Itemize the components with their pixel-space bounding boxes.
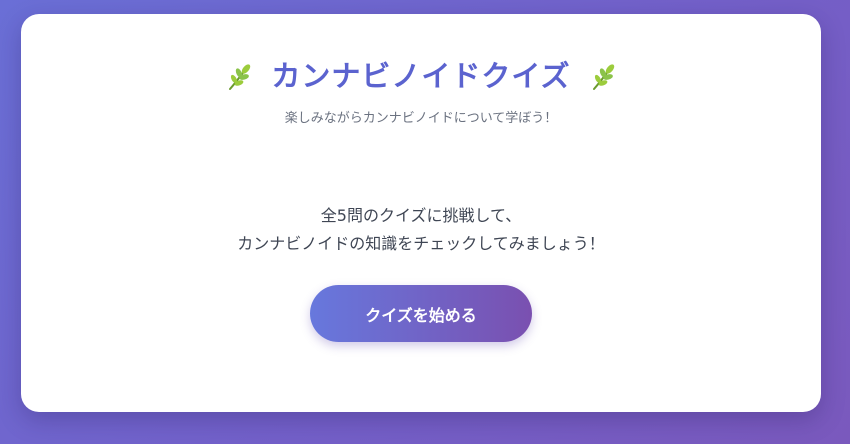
intro-text: 全5問のクイズに挑戦して、 カンナビノイドの知識をチェックしてみましょう！: [21, 202, 821, 258]
herb-icon: [225, 63, 253, 91]
herb-icon: [589, 63, 617, 91]
intro-line-1: 全5問のクイズに挑戦して、: [320, 206, 522, 225]
page-subtitle: 楽しみながらカンナビノイドについて学ぼう！: [284, 111, 558, 126]
quiz-card: カンナビノイドクイズ 楽しみながらカンナビノイドについて学ぼう！ 全5問のクイズ…: [21, 14, 821, 412]
title-row: カンナビノイドクイズ: [21, 62, 821, 91]
page-title: カンナビノイドクイズ: [271, 59, 571, 93]
start-quiz-button[interactable]: クイズを始める: [310, 285, 532, 342]
intro-line-2: カンナビノイドの知識をチェックしてみましょう！: [237, 234, 605, 253]
